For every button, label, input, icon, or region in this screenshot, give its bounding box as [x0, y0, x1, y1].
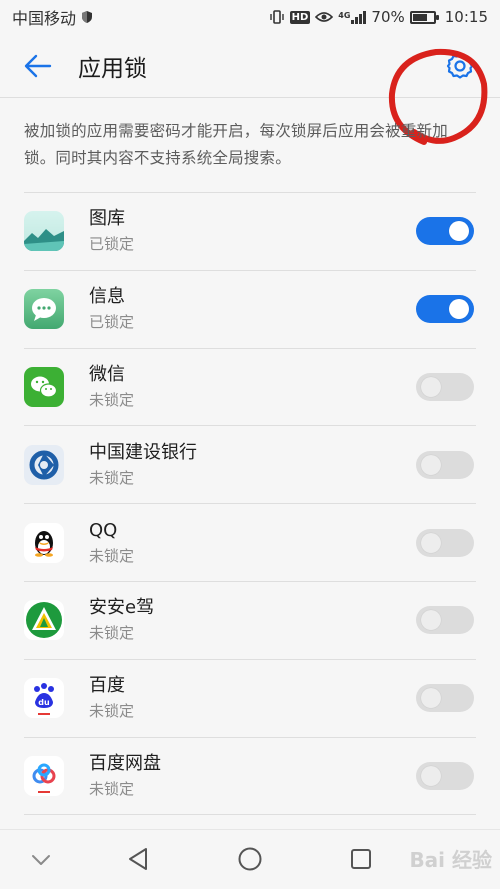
lock-status: 未锁定: [89, 468, 135, 487]
list-item-wechat: 微信 未锁定: [24, 349, 476, 427]
anan-edrive-icon: [24, 600, 64, 641]
app-name: 百度网盘: [89, 752, 161, 774]
battery-icon: [409, 10, 439, 24]
messages-icon: [24, 289, 64, 330]
app-name: QQ: [89, 519, 118, 541]
watermark: Bai 经验: [409, 848, 492, 872]
collapse-nav-button[interactable]: [21, 840, 61, 880]
lock-toggle[interactable]: [416, 295, 474, 324]
back-arrow-icon: [24, 54, 52, 77]
lock-status: 已锁定: [89, 235, 135, 254]
baidu-icon: du: [24, 678, 64, 719]
hd-badge: HD: [289, 10, 311, 24]
app-name: 微信: [89, 363, 125, 385]
lock-status: 未锁定: [89, 702, 135, 721]
lock-status: 已锁定: [89, 313, 135, 332]
circle-home-icon: [238, 847, 262, 871]
lock-toggle[interactable]: [416, 450, 474, 479]
network-type-label: 4G: [338, 10, 351, 20]
wechat-icon: [24, 366, 64, 407]
qq-icon: [24, 522, 64, 563]
clock: 10:15: [444, 8, 488, 26]
settings-button[interactable]: [442, 48, 478, 84]
back-nav-button[interactable]: [118, 839, 158, 879]
shield-icon: [82, 11, 93, 23]
back-button[interactable]: [16, 44, 60, 88]
ccb-icon: [24, 444, 64, 485]
triangle-back-icon: [129, 848, 147, 870]
status-bar: 中国移动 HD 4G 70% 10:15: [0, 0, 500, 34]
chevron-down-icon: [32, 855, 50, 865]
app-name: 中国建设银行: [89, 441, 197, 463]
lock-toggle[interactable]: [416, 217, 474, 246]
lock-toggle[interactable]: [416, 372, 474, 401]
recents-nav-button[interactable]: [341, 839, 381, 879]
signal-icon: 4G: [338, 10, 367, 24]
battery-percent: 70%: [371, 8, 405, 26]
lock-status: 未锁定: [89, 390, 135, 409]
lock-status: 未锁定: [89, 624, 135, 643]
svg-text:du: du: [38, 698, 50, 707]
baidu-netdisk-icon: [24, 755, 64, 796]
app-list: 图库 已锁定 信息 已锁定 微信 未锁定 中国建设银行 未锁定 QQ 未锁定 安…: [24, 192, 476, 816]
list-item-ccb: 中国建设银行 未锁定: [24, 426, 476, 505]
list-item-gallery: 图库 已锁定: [24, 193, 476, 271]
app-name: 安安e驾: [89, 597, 155, 619]
lock-status: 未锁定: [89, 546, 135, 565]
eye-icon: [315, 12, 334, 22]
description-text: 被加锁的应用需要密码才能开启，每次锁屏后应用会被重新加锁。同时其内容不支持系统全…: [24, 122, 448, 167]
app-name: 百度: [89, 675, 125, 697]
home-nav-button[interactable]: [230, 839, 270, 879]
app-name: 图库: [89, 208, 125, 230]
lock-toggle[interactable]: [416, 528, 474, 557]
page-title: 应用锁: [78, 55, 147, 82]
list-item-baidu: du 百度 未锁定: [24, 660, 476, 738]
gallery-icon: [24, 211, 64, 252]
list-item-anan-edrive: 安安e驾 未锁定: [24, 582, 476, 660]
gear-icon: [446, 53, 474, 79]
square-recents-icon: [351, 849, 371, 869]
lock-status: 未锁定: [89, 779, 135, 798]
app-name: 信息: [89, 286, 125, 308]
navigation-bar: Bai 经验: [0, 829, 500, 889]
app-bar: 应用锁: [0, 34, 500, 145]
list-item-messages: 信息 已锁定: [24, 271, 476, 349]
lock-toggle[interactable]: [416, 761, 474, 790]
vibrate-icon: [269, 10, 284, 24]
list-item-qq: QQ 未锁定: [24, 504, 476, 582]
lock-toggle[interactable]: [416, 684, 474, 713]
carrier-label: 中国移动: [12, 9, 77, 28]
lock-toggle[interactable]: [416, 606, 474, 635]
list-item-baidu-netdisk: 百度网盘 未锁定: [24, 738, 476, 816]
